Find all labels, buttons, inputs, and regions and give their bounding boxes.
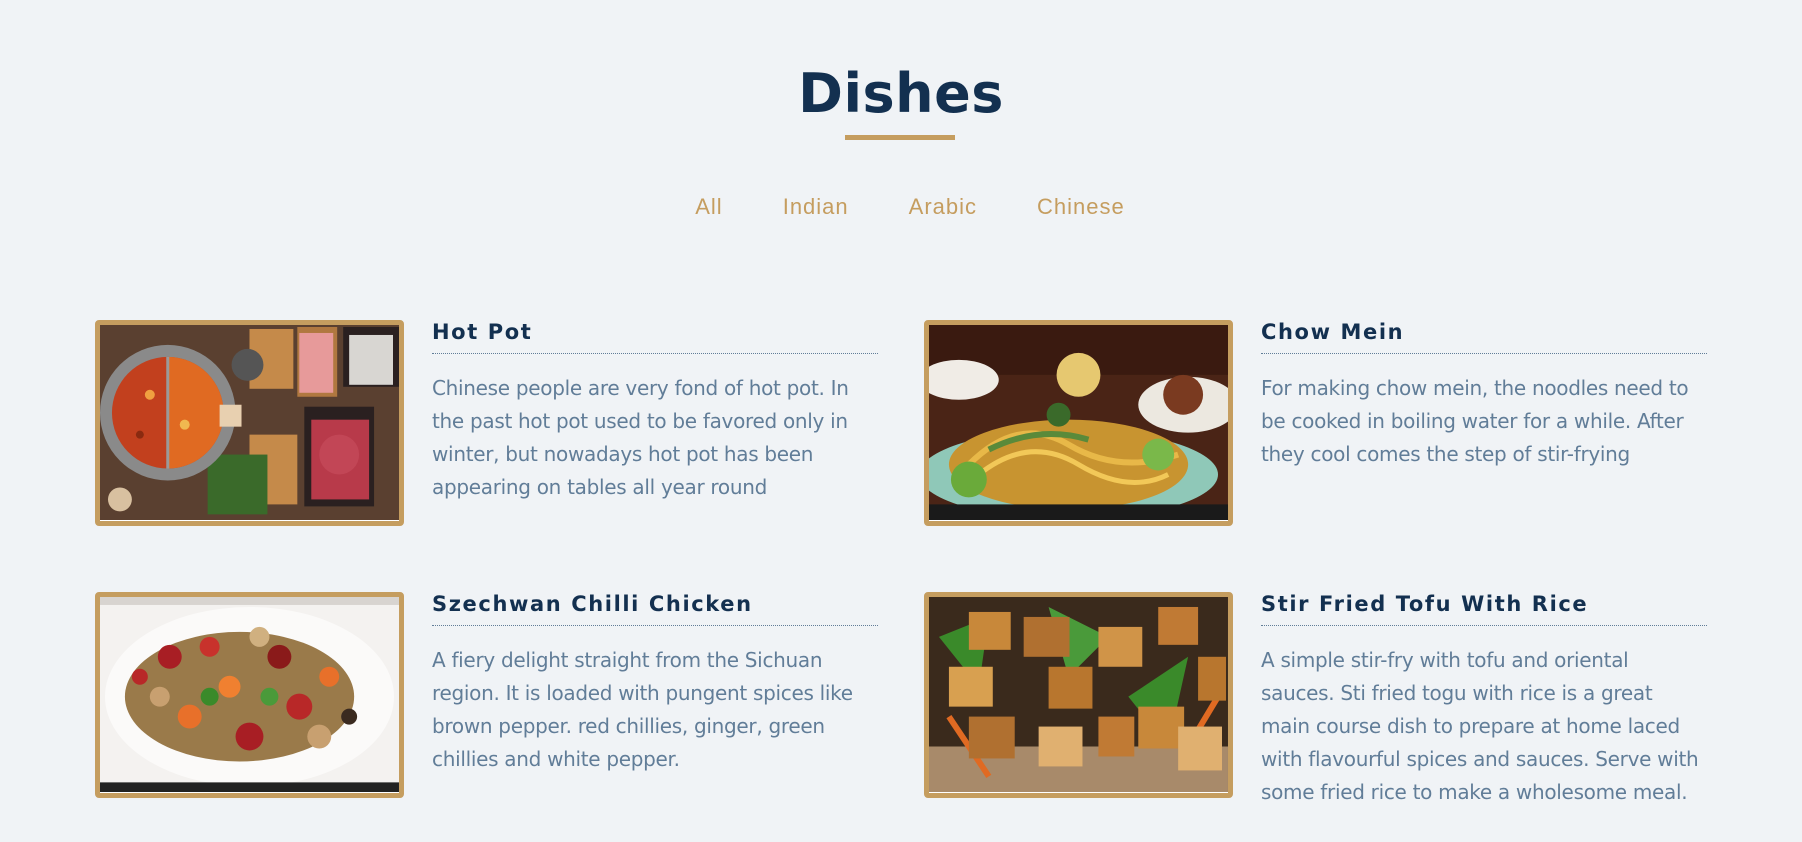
menu-item: Stir Fried Tofu With Rice A simple stir-… <box>924 592 1707 804</box>
menu-item-info: Stir Fried Tofu With Rice A simple stir-… <box>1261 592 1707 804</box>
hot-pot-photo <box>95 320 404 526</box>
title-underline <box>845 135 955 140</box>
menu-item: Szechwan Chilli Chicken A fiery delight … <box>95 592 878 798</box>
menu-item-title: Szechwan Chilli Chicken <box>432 592 878 626</box>
menu-item-description: A simple stir-fry with tofu and oriental… <box>1261 648 1699 804</box>
menu-item-title: Chow Mein <box>1261 320 1707 354</box>
section-title: Dishes <box>798 62 1004 125</box>
stir-fried-tofu-photo <box>924 592 1233 798</box>
menu-item-description: A fiery delight straight from the Sichua… <box>432 648 853 771</box>
menu-item-description: For making chow mein, the noodles need t… <box>1261 376 1689 466</box>
filter-arabic-button[interactable]: Arabic <box>879 190 1007 224</box>
menu-item-info: Szechwan Chilli Chicken A fiery delight … <box>432 592 878 796</box>
menu-grid: Hot Pot Chinese people are very fond of … <box>95 320 1707 804</box>
menu-item-info: Hot Pot Chinese people are very fond of … <box>432 320 878 524</box>
filter-chinese-button[interactable]: Chinese <box>1007 190 1155 224</box>
menu-item-description: Chinese people are very fond of hot pot.… <box>432 376 849 499</box>
menu-item-title: Hot Pot <box>432 320 878 354</box>
menu-item: Chow Mein For making chow mein, the nood… <box>924 320 1707 526</box>
filter-bar: All Indian Arabic Chinese <box>0 190 1802 224</box>
filter-all-button[interactable]: All <box>665 190 752 224</box>
filter-indian-button[interactable]: Indian <box>753 190 879 224</box>
szechwan-chicken-photo <box>95 592 404 798</box>
chow-mein-photo <box>924 320 1233 526</box>
menu-item: Hot Pot Chinese people are very fond of … <box>95 320 878 526</box>
menu-item-title: Stir Fried Tofu With Rice <box>1261 592 1707 626</box>
menu-item-info: Chow Mein For making chow mein, the nood… <box>1261 320 1707 524</box>
